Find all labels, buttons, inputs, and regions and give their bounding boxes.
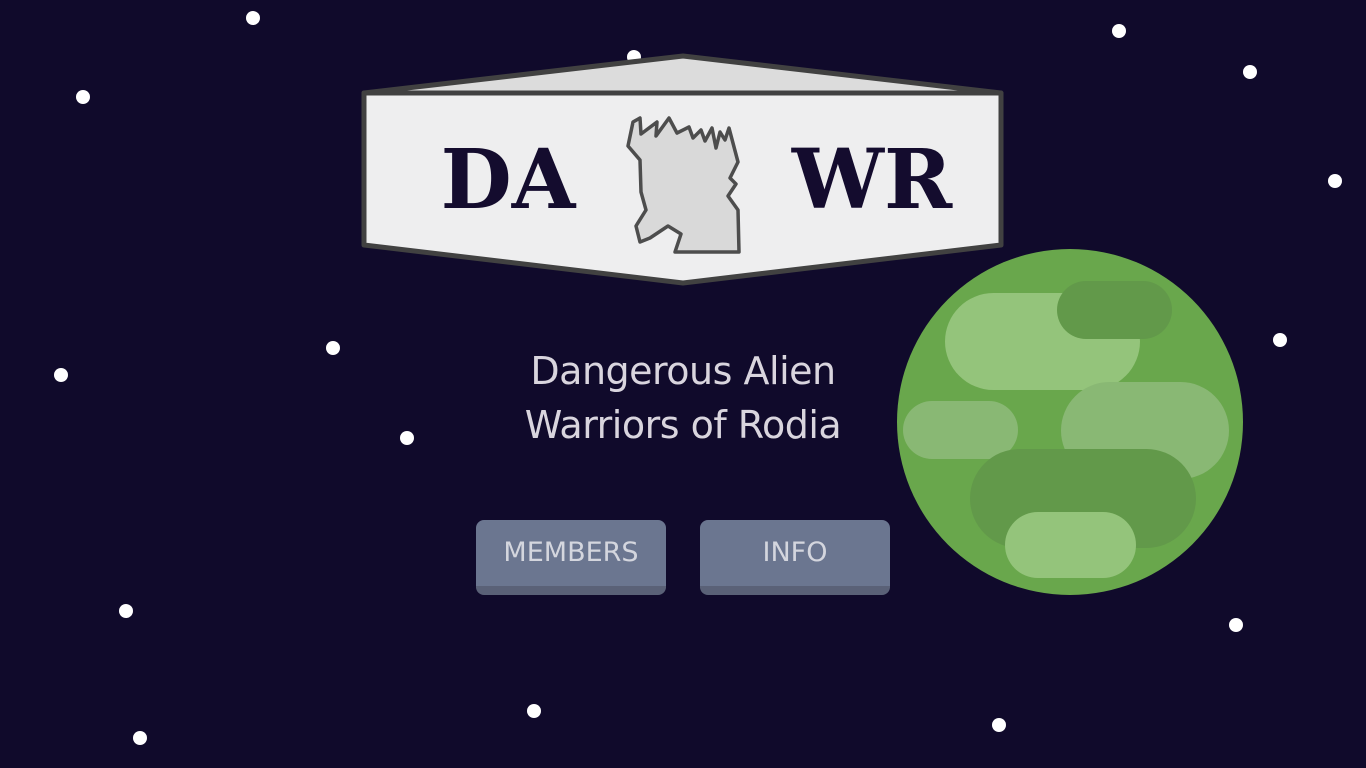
clan-logo: DA WR [361, 53, 1004, 286]
star [992, 718, 1006, 732]
info-button[interactable]: INFO [700, 520, 890, 595]
tagline-line-1: Dangerous Alien [530, 349, 836, 393]
members-button[interactable]: MEMBERS [476, 520, 666, 595]
tagline-line-2: Warriors of Rodia [524, 403, 842, 447]
star [326, 341, 340, 355]
planet-illustration [897, 249, 1243, 595]
logo-top-bevel [361, 53, 1004, 96]
clan-tagline: Dangerous Alien Warriors of Rodia [483, 344, 883, 452]
starfield-background: DA WR Dangerous Alien Warriors of Rodia … [0, 0, 1366, 768]
planet-band [1005, 512, 1136, 578]
star [1229, 618, 1243, 632]
planet-band [903, 401, 1018, 459]
logo-right-text: WR [791, 132, 953, 228]
logo-left-text: DA [441, 132, 577, 228]
star [119, 604, 133, 618]
star [54, 368, 68, 382]
star [1273, 333, 1287, 347]
star [527, 704, 541, 718]
rodian-head-icon [626, 116, 741, 254]
star [400, 431, 414, 445]
star [133, 731, 147, 745]
planet-band [1057, 281, 1172, 339]
